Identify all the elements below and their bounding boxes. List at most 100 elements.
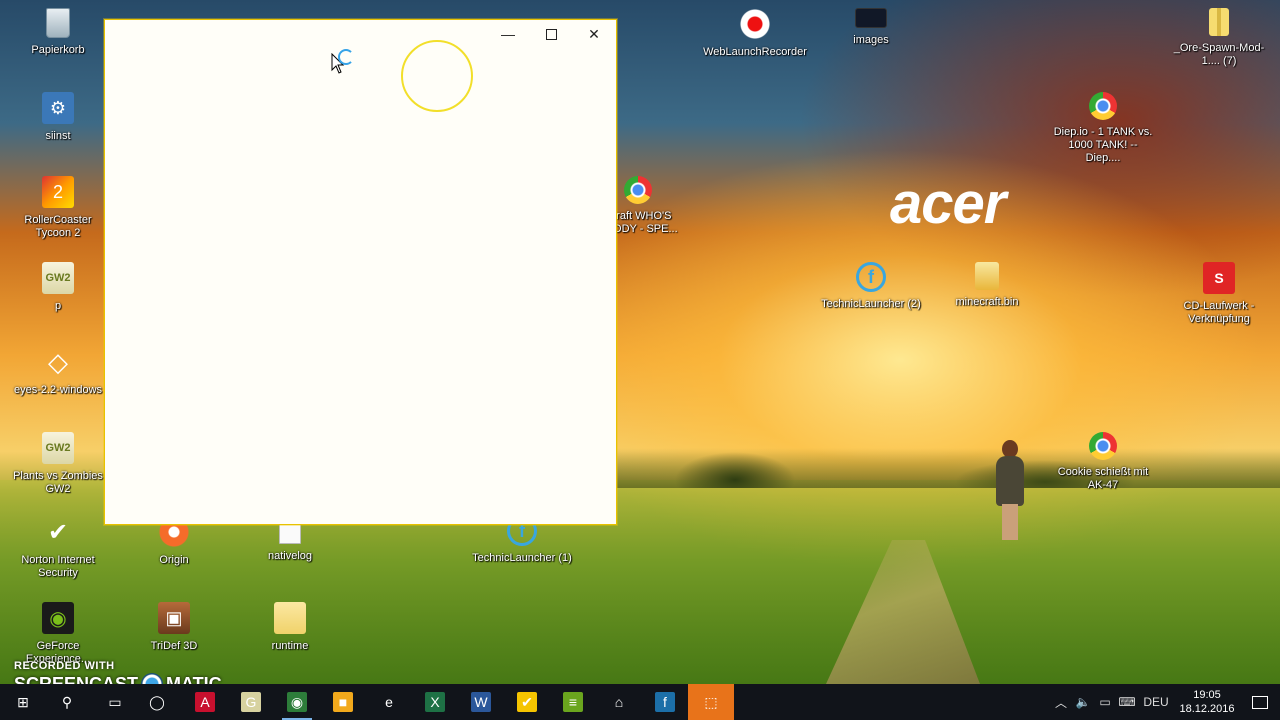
taskbar-technic[interactable]: f <box>642 684 688 720</box>
acrobat-icon: A <box>195 692 215 712</box>
cd-drive-icon: S <box>1203 262 1235 294</box>
desktop-icon-orespawn[interactable]: _Ore-Spawn-Mod-1.... (7) <box>1167 8 1271 68</box>
desktop-icon-label: minecraft.bin <box>955 296 1019 308</box>
language-indicator[interactable]: DEU <box>1138 684 1174 720</box>
norton-icon: ✔ <box>517 692 537 712</box>
taskbar: ⊞ ⚲ ▭ ◯ A G ◉ ■ e X W ✔ ≡ ⌂ f ⬚ ︿ 🔈 ▭ ⌨ DEU 19:05 18.12… <box>0 684 1280 720</box>
folder-icon <box>274 602 306 634</box>
bluestacks-icon: ≡ <box>563 692 583 712</box>
blank-app-window[interactable]: — ✕ <box>104 19 617 525</box>
maximize-button[interactable] <box>529 20 573 48</box>
taskbar-bluestacks[interactable]: ≡ <box>550 684 596 720</box>
clock-date: 18.12.2016 <box>1179 703 1235 715</box>
desktop-icon-label: nativelog <box>267 550 313 562</box>
tree-line <box>615 448 1280 488</box>
taskbar-cortana[interactable]: ◯ <box>134 684 180 720</box>
geforce-icon: ◉ <box>42 602 74 634</box>
desktop-icon-label: Cookie schießt mit AK-47 <box>1057 466 1149 491</box>
taskbar-edge[interactable]: e <box>366 684 412 720</box>
system-tray: ︿ 🔈 ▭ ⌨ DEU 19:05 18.12.2016 <box>1050 684 1280 720</box>
maximize-icon <box>545 28 557 40</box>
notes-icon: ■ <box>333 692 353 712</box>
minimize-icon: — <box>501 26 515 42</box>
desktop-icon-label: Diep.io - 1 TANK vs. 1000 TANK! -- Diep.… <box>1053 126 1153 164</box>
desktop-icon-label: runtime <box>271 640 309 652</box>
taskbar-chrome[interactable]: ◉ <box>274 684 320 720</box>
home-icon: ⌂ <box>614 694 624 710</box>
taskbar-norton[interactable]: ✔ <box>504 684 550 720</box>
taskbar-word[interactable]: W <box>458 684 504 720</box>
desktop-icon-cookie[interactable]: Cookie schießt mit AK-47 <box>1051 432 1155 492</box>
unity-icon: ◇ <box>48 346 68 377</box>
battery-icon[interactable]: ▭ <box>1094 684 1116 720</box>
keyboard-icon[interactable]: ⌨ <box>1116 684 1138 720</box>
cortana-icon: ◯ <box>149 693 165 710</box>
zip-folder-icon <box>1209 8 1229 36</box>
desktop-icon-mcbin[interactable]: minecraft.bin <box>935 262 1039 309</box>
taskbar-gw2[interactable]: G <box>228 684 274 720</box>
desktop-icon-label: eyes-2.2-windows <box>13 384 103 396</box>
desktop-icon-webrec[interactable]: WebLaunchRecorder <box>703 8 807 59</box>
desktop-icon-images[interactable]: images <box>819 8 923 47</box>
desktop-icon-runtime[interactable]: runtime <box>238 602 342 653</box>
screen-recorder-icon: ⬚ <box>704 693 718 710</box>
setup-icon: ⚙ <box>42 92 74 124</box>
rollercoaster-tycoon-icon: 2 <box>42 176 74 208</box>
close-icon: ✕ <box>588 25 600 42</box>
taskbar-search[interactable]: ⚲ <box>44 684 90 720</box>
technic-launcher-icon: f <box>856 262 886 292</box>
desktop-icon-label: TriDef 3D <box>150 640 198 652</box>
norton-check-icon: ✔ <box>47 518 69 546</box>
desktop-icon-siinst[interactable]: ⚙ siinst <box>6 92 110 143</box>
minimize-button[interactable]: — <box>486 20 530 48</box>
desktop-icon-label: Origin <box>159 554 189 566</box>
desktop-icon-label: Papierkorb <box>31 44 85 56</box>
desktop-icon-label: images <box>853 34 889 46</box>
desktop-icon-label: CD-Laufwerk - Verknüpfung <box>1183 300 1255 325</box>
volume-icon[interactable]: 🔈 <box>1072 684 1094 720</box>
figure-body <box>996 456 1024 506</box>
image-folder-icon <box>855 8 887 28</box>
taskbar-start[interactable]: ⊞ <box>0 684 46 720</box>
tridef-icon: ▣ <box>158 602 190 634</box>
technic-launcher-icon: f <box>655 692 675 712</box>
chevron-up-icon[interactable]: ︿ <box>1050 684 1072 720</box>
taskbar-excel[interactable]: X <box>412 684 458 720</box>
loading-spinner-icon <box>338 49 354 65</box>
desktop-icon-pvz[interactable]: GW2 Plants vs Zombies GW2 <box>6 432 110 496</box>
desktop-icon-geforce[interactable]: ◉ GeForce Experience... <box>6 602 110 666</box>
taskbar-home[interactable]: ⌂ <box>596 684 642 720</box>
search-icon: ⚲ <box>61 693 73 710</box>
desktop-icon-diep[interactable]: Diep.io - 1 TANK vs. 1000 TANK! -- Diep.… <box>1051 92 1155 165</box>
taskbar-acrobat[interactable]: A <box>182 684 228 720</box>
desktop-icon-label: Plants vs Zombies GW2 <box>13 470 103 495</box>
desktop-icon-norton[interactable]: ✔ Norton Internet Security <box>6 516 110 580</box>
record-icon <box>739 8 771 40</box>
girl-figure <box>990 440 1030 540</box>
word-icon: W <box>471 692 491 712</box>
edge-icon: e <box>385 694 393 710</box>
desktop-icon-cd[interactable]: S CD-Laufwerk - Verknüpfung <box>1167 262 1271 326</box>
desktop-icon-papierkorb[interactable]: Papierkorb <box>6 8 110 57</box>
desktop-icon-tridef[interactable]: ▣ TriDef 3D <box>122 602 226 653</box>
watermark-recorded-with: RECORDED WITH <box>14 660 115 672</box>
task-view-icon: ▭ <box>108 693 122 710</box>
chrome-shortcut-icon <box>1089 92 1117 120</box>
taskbar-recorder[interactable]: ⬚ <box>688 684 734 720</box>
desktop-icon-eyes[interactable]: ◇ eyes-2.2-windows <box>6 346 110 397</box>
desktop-icon-p[interactable]: GW2 p <box>6 262 110 313</box>
gw2-shortcut-icon: GW2 <box>42 432 74 464</box>
gw2-shortcut-icon: GW2 <box>42 262 74 294</box>
action-center-button[interactable] <box>1240 684 1280 720</box>
close-button[interactable]: ✕ <box>572 20 616 48</box>
cursor-highlight-ring <box>401 40 473 112</box>
desktop-icon-rollercoaster[interactable]: 2 RollerCoaster Tycoon 2 <box>6 176 110 240</box>
taskbar-notes[interactable]: ■ <box>320 684 366 720</box>
desktop-icon-label: TechnicLauncher (2) <box>821 298 921 310</box>
desktop-icon-label: siinst <box>45 130 71 142</box>
acer-logo: acer <box>890 171 1006 236</box>
taskbar-taskview[interactable]: ▭ <box>92 684 138 720</box>
recycle-bin-icon <box>46 8 70 38</box>
clock[interactable]: 19:05 18.12.2016 <box>1174 688 1240 716</box>
desktop-icon-technic2[interactable]: f TechnicLauncher (2) <box>819 262 923 311</box>
